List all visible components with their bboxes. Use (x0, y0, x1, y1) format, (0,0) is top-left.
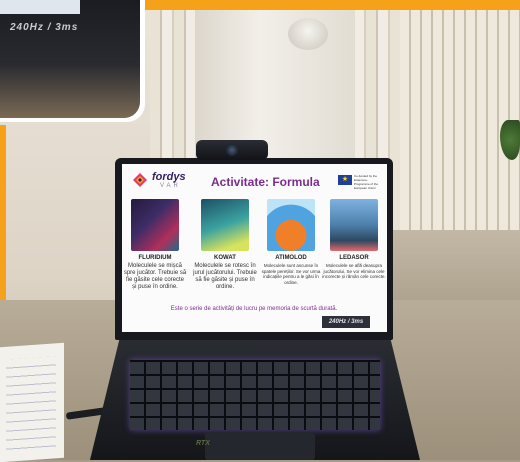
frame-accent-top (145, 0, 520, 10)
card-text-atimolod: Moleculele sunt ascunse în spatele pereț… (261, 263, 321, 285)
card-title-atimolod: ATIMOLOD (275, 255, 307, 261)
touchpad (205, 432, 315, 460)
rtx-sticker: RTX (196, 440, 210, 447)
inset-photo-frame: 240Hz / 3ms (0, 0, 145, 122)
card-title-kowat: KOWAT (214, 255, 236, 261)
card-text-fluridium: Moleculele se mișcă spre jucător. Trebui… (123, 263, 187, 290)
card-title-fluridium: FLURIDIUM (138, 255, 172, 261)
card-title-ledasor: LEDASOR (339, 255, 369, 261)
brand-name: fordys (152, 171, 186, 183)
notepaper-lines (6, 356, 56, 456)
ceiling-lamp (288, 18, 328, 50)
eu-flag-icon: ★ (338, 175, 352, 185)
slide-footer: Este o serie de activități de lucru pe m… (170, 306, 338, 312)
fordys-logo-icon (133, 173, 147, 187)
inset-photo (0, 0, 140, 118)
inset-model-label: 240Hz / 3ms (10, 22, 79, 33)
keyboard (130, 360, 380, 430)
brand-subtitle: VAR (160, 183, 181, 189)
webcam-lens (226, 144, 238, 156)
slide-title: Activitate: Formula (211, 175, 320, 189)
card-image-kowat (201, 199, 249, 251)
inset-screen-strip (0, 0, 80, 14)
card-image-ledasor (330, 199, 378, 251)
card-text-ledasor: Moleculele se află deasupra jucătorului.… (322, 263, 386, 279)
card-image-fluridium (131, 199, 179, 251)
eu-cofunding-text: Co-funded by the Erasmus+ Programme of t… (354, 174, 379, 190)
card-image-atimolod (267, 199, 315, 251)
laptop-badge: 240Hz / 3ms (322, 316, 370, 328)
card-text-kowat: Moleculele se rotesc în jurul jucătorulu… (193, 263, 257, 290)
